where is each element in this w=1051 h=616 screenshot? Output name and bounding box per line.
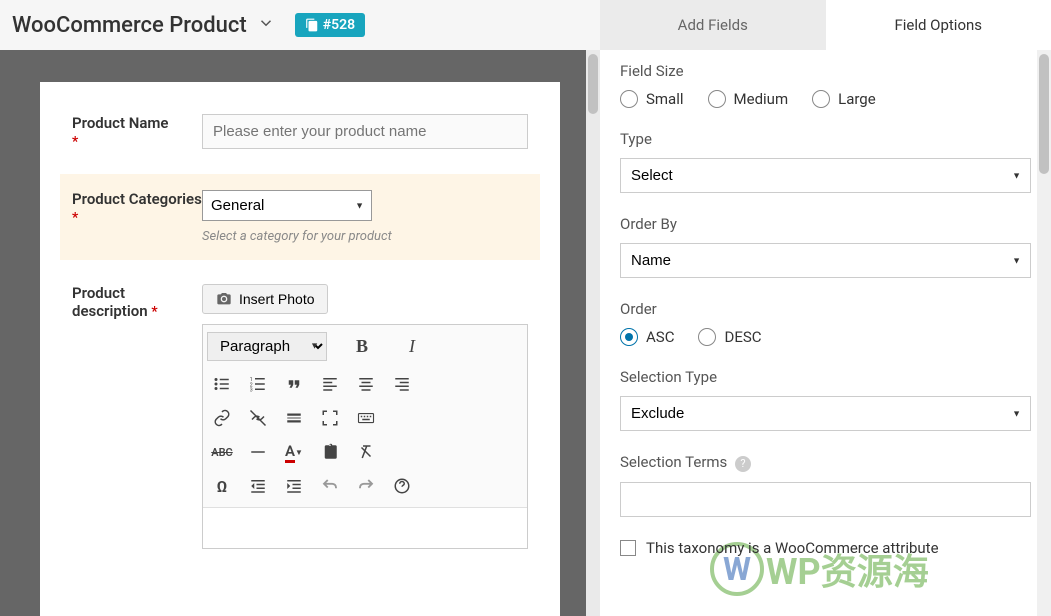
- editor-scrollbar[interactable]: [586, 50, 600, 616]
- more-icon[interactable]: [279, 403, 309, 433]
- radio-large[interactable]: Large: [812, 90, 876, 108]
- product-name-label: Product Name*: [72, 114, 202, 150]
- field-size-label: Field Size: [620, 62, 1031, 80]
- special-char-icon[interactable]: Ω: [207, 471, 237, 501]
- product-description-label: Product description *: [72, 284, 202, 549]
- type-select[interactable]: Select: [620, 158, 1031, 193]
- chevron-down-icon[interactable]: [257, 14, 275, 36]
- radio-desc[interactable]: DESC: [698, 328, 761, 346]
- selection-terms-label: Selection Terms ?: [620, 453, 1031, 472]
- hr-icon[interactable]: [243, 437, 273, 467]
- form-id-badge[interactable]: #528: [295, 13, 365, 37]
- selection-type-label: Selection Type: [620, 368, 1031, 386]
- tab-field-options[interactable]: Field Options: [826, 0, 1051, 50]
- format-select[interactable]: Paragraph: [207, 332, 327, 361]
- type-label: Type: [620, 130, 1031, 148]
- align-left-icon[interactable]: [315, 369, 345, 399]
- categories-helper: Select a category for your product: [202, 229, 528, 244]
- blockquote-icon[interactable]: [279, 369, 309, 399]
- help-icon[interactable]: [387, 471, 417, 501]
- align-center-icon[interactable]: [351, 369, 381, 399]
- radio-medium[interactable]: Medium: [708, 90, 789, 108]
- bold-button[interactable]: B: [347, 331, 377, 361]
- help-tooltip-icon[interactable]: ?: [735, 456, 751, 472]
- numbered-list-icon[interactable]: 123: [243, 369, 273, 399]
- paste-icon[interactable]: [315, 437, 345, 467]
- radio-small[interactable]: Small: [620, 90, 684, 108]
- order-by-label: Order By: [620, 215, 1031, 233]
- selection-type-select[interactable]: Exclude: [620, 396, 1031, 431]
- tab-add-fields[interactable]: Add Fields: [600, 0, 826, 50]
- order-label: Order: [620, 300, 1031, 318]
- woocommerce-attr-checkbox[interactable]: [620, 540, 636, 556]
- align-right-icon[interactable]: [387, 369, 417, 399]
- page-title: WooCommerce Product: [12, 13, 247, 38]
- text-color-icon[interactable]: A ▼: [279, 437, 309, 467]
- bullet-list-icon[interactable]: [207, 369, 237, 399]
- woocommerce-attr-label: This taxonomy is a WooCommerce attribute: [646, 539, 939, 557]
- link-icon[interactable]: [207, 403, 237, 433]
- svg-text:3: 3: [250, 388, 253, 394]
- strikethrough-icon[interactable]: ABC: [207, 437, 237, 467]
- product-categories-label: Product Categories *: [72, 190, 202, 244]
- fullscreen-icon[interactable]: [315, 403, 345, 433]
- editor-content[interactable]: [203, 508, 527, 548]
- selection-terms-input[interactable]: [620, 482, 1031, 517]
- product-categories-select[interactable]: General: [202, 190, 372, 221]
- outdent-icon[interactable]: [243, 471, 273, 501]
- redo-icon[interactable]: [351, 471, 381, 501]
- radio-asc[interactable]: ASC: [620, 328, 674, 346]
- insert-photo-button[interactable]: Insert Photo: [202, 284, 328, 314]
- clear-format-icon[interactable]: [351, 437, 381, 467]
- undo-icon[interactable]: [315, 471, 345, 501]
- order-by-select[interactable]: Name: [620, 243, 1031, 278]
- unlink-icon[interactable]: [243, 403, 273, 433]
- keyboard-icon[interactable]: [351, 403, 381, 433]
- italic-button[interactable]: I: [397, 331, 427, 361]
- options-scrollbar[interactable]: [1037, 50, 1051, 616]
- product-name-input[interactable]: [202, 114, 528, 149]
- indent-icon[interactable]: [279, 471, 309, 501]
